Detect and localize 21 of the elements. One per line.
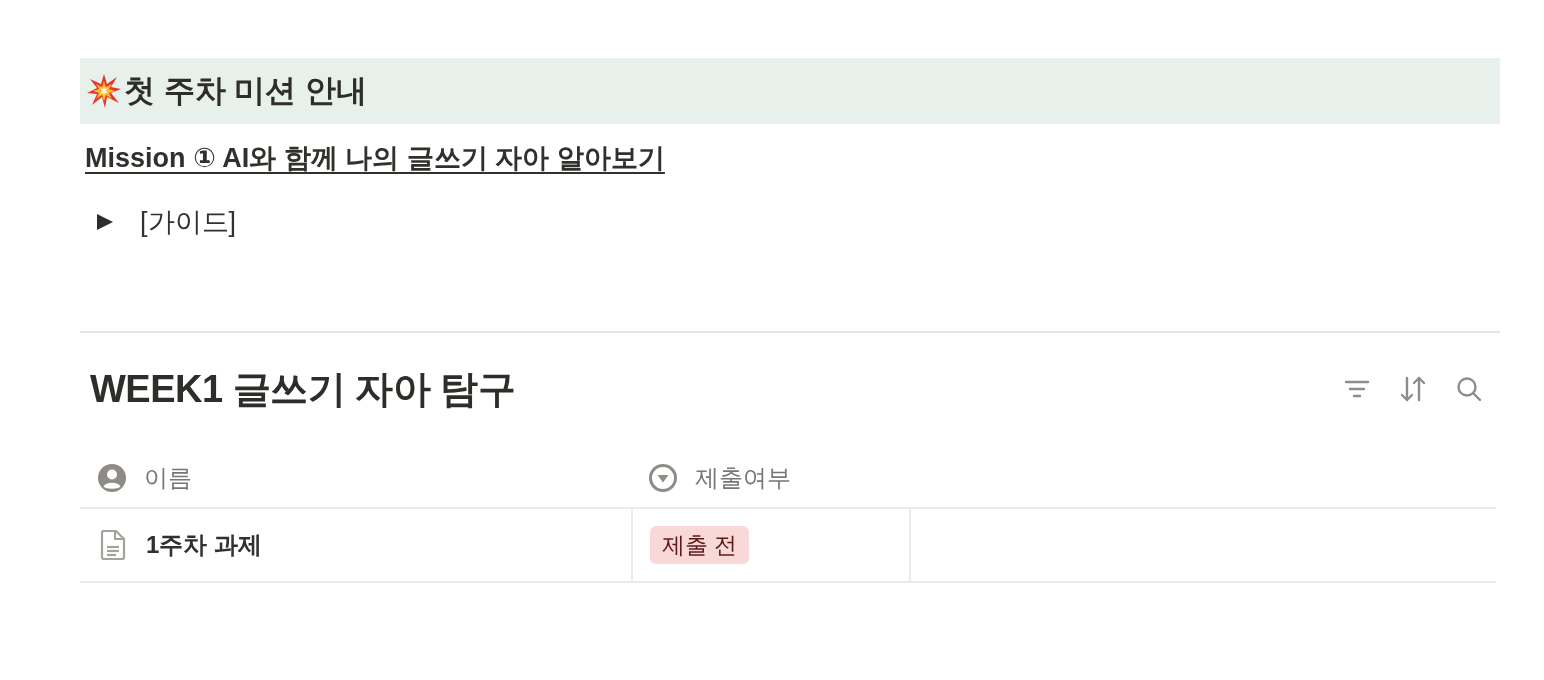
sort-button[interactable] bbox=[1400, 376, 1426, 402]
triangle-icon bbox=[96, 213, 114, 231]
toggle-label: [가이드] bbox=[140, 206, 236, 239]
toggle-button[interactable] bbox=[96, 213, 114, 231]
dropdown-circle-icon bbox=[649, 464, 677, 492]
search-icon bbox=[1456, 376, 1482, 402]
table-cell[interactable]: 1주차 과제 bbox=[80, 509, 631, 583]
column-header[interactable]: 이름 bbox=[80, 449, 631, 509]
person-icon bbox=[98, 464, 126, 492]
document-icon bbox=[100, 529, 126, 561]
column-label: 제출여부 bbox=[695, 463, 791, 493]
section-heading: 첫 주차 미션 안내 bbox=[124, 72, 367, 110]
database-title: WEEK1 글쓰기 자아 탐구 bbox=[90, 366, 516, 412]
mission-link[interactable]: Mission ① AI와 함께 나의 글쓰기 자아 알아보기 bbox=[85, 140, 665, 176]
page-title: 1주차 과제 bbox=[146, 530, 262, 560]
sort-icon bbox=[1400, 376, 1426, 402]
collision-icon bbox=[86, 73, 122, 109]
column-header[interactable]: 제출여부 bbox=[631, 449, 909, 509]
search-button[interactable] bbox=[1456, 376, 1482, 402]
column-label: 이름 bbox=[144, 463, 192, 493]
status-tag: 제출 전 bbox=[650, 526, 750, 564]
